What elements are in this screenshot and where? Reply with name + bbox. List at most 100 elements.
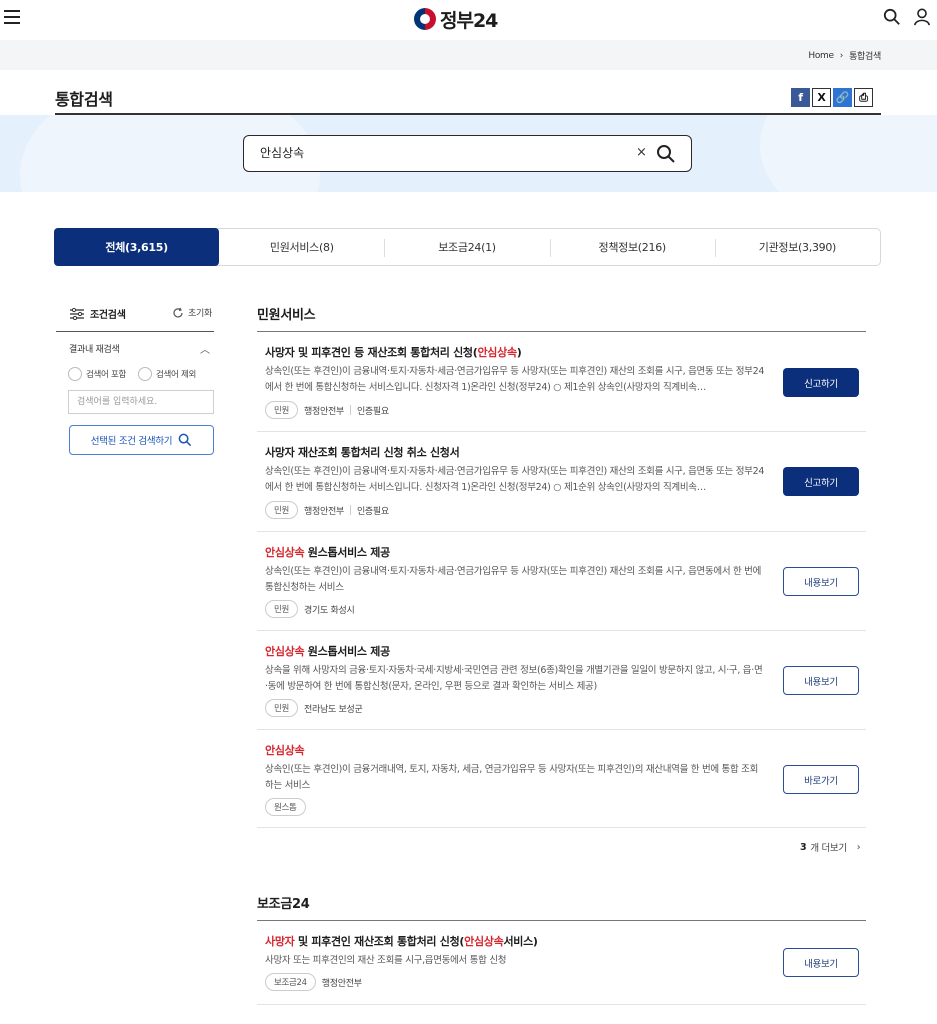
result-item: 안심상속 원스톱서비스 제공 상속을 위해 사망자의 금융·토지·자동차·국세·…	[257, 631, 866, 730]
result-item: 안심상속 상속인(또는 후견인)이 금융거래내역, 토지, 자동차, 세금, 연…	[257, 730, 866, 828]
result-meta: 민원 전라남도 보성군	[265, 699, 363, 717]
refresh-icon	[173, 307, 183, 317]
title-text: 및 피후견인 재산조회 통합처리 신청(	[294, 935, 465, 948]
radio-exclude[interactable]: 검색어 제외	[138, 367, 196, 381]
apply-filter-label: 선택된 조건 검색하기	[90, 436, 173, 447]
title-text: 사망자 재산조회 통합처리 신청 취소 신청서	[265, 446, 460, 459]
chevron-right-icon: ›	[856, 841, 861, 853]
link-icon[interactable]: 🔗	[833, 88, 852, 107]
facebook-icon[interactable]: f	[791, 88, 810, 107]
x-icon[interactable]: X	[812, 88, 831, 107]
refine-heading: 결과내 재검색	[69, 345, 120, 355]
page-title: 통합검색	[55, 90, 113, 109]
organization: 전라남도 보성군	[304, 704, 363, 715]
title-text-end: 원스톱서비스 제공	[304, 546, 390, 559]
reset-label: 초기화	[188, 309, 212, 319]
breadcrumb: Home › 통합검색	[808, 49, 881, 63]
result-description: 상속인(또는 후견인)이 금융내역·토지·자동차·세금·연금가입유무 등 사망자…	[265, 366, 765, 393]
result-description: 상속을 위해 사망자의 금융·토지·자동차·국세·지방세·국민연금 관련 정보(…	[265, 665, 763, 692]
result-tabs: 전체(3,615) 민원서비스(8) 보조금24(1) 정책정보(216) 기관…	[54, 228, 881, 266]
chevron-right-icon: ›	[839, 50, 844, 61]
organization: 행정안전부	[321, 978, 362, 989]
show-more-link[interactable]: 3 개 더보기 ›	[800, 840, 861, 855]
breadcrumb-current: 통합검색	[849, 52, 881, 62]
breadcrumb-band: Home › 통합검색	[0, 40, 937, 70]
organization: 행정안전부	[304, 406, 344, 417]
title-highlight: 안심상속	[477, 346, 517, 359]
category-badge: 민원	[265, 501, 299, 519]
result-title[interactable]: 안심상속	[265, 742, 305, 758]
category-badge: 민원	[265, 401, 299, 419]
search-icon[interactable]	[656, 144, 676, 164]
sidebar-divider	[56, 331, 214, 332]
radio-exclude-label: 검색어 제외	[156, 370, 197, 380]
result-item: 사망자 및 피후견인 재산조회 통합처리 신청(안심상속서비스) 사망자 또는 …	[257, 921, 866, 1005]
chevron-up-icon[interactable]: ︿	[200, 341, 210, 356]
print-icon[interactable]: ⎙	[854, 88, 873, 107]
category-badge: 민원	[265, 600, 299, 618]
site-logo[interactable]: 정부24	[414, 7, 498, 32]
more-label: 개 더보기	[810, 843, 847, 854]
share-buttons: f X 🔗 ⎙	[791, 88, 873, 107]
reset-button[interactable]: 초기화	[172, 306, 212, 319]
filter-heading: 조건검색	[70, 306, 126, 321]
title-highlight: 안심상속	[265, 546, 305, 559]
taegeuk-icon	[414, 8, 436, 30]
go-button[interactable]: 바로가기	[783, 765, 859, 794]
result-description: 상속인(또는 후견인)이 금융거래내역, 토지, 자동차, 세금, 연금가입유무…	[265, 764, 759, 791]
result-meta: 원스톱	[265, 798, 306, 816]
search-icon[interactable]	[883, 8, 901, 26]
result-title[interactable]: 사망자 및 피후견인 재산조회 통합처리 신청(안심상속서비스)	[265, 933, 538, 949]
title-highlight: 사망자	[265, 935, 295, 948]
title-text-end: 원스톱서비스 제공	[304, 645, 390, 658]
search-icon	[178, 433, 192, 447]
section-title-civil: 민원서비스	[257, 308, 316, 323]
search-box: ×	[243, 135, 692, 172]
result-title[interactable]: 안심상속 원스톱서비스 제공	[265, 544, 390, 560]
result-item: 사망자 재산조회 통합처리 신청 취소 신청서 상속인(또는 후견인)이 금융내…	[257, 432, 866, 532]
clear-icon[interactable]: ×	[636, 145, 647, 160]
result-meta: 민원 행정안전부 인증필요	[265, 401, 389, 419]
top-header: 정부24	[0, 0, 937, 40]
user-icon[interactable]	[913, 8, 931, 26]
title-highlight: 안심상속	[265, 744, 305, 757]
tab-civil[interactable]: 민원서비스(8)	[219, 229, 384, 265]
result-description: 사망자 또는 피후견인의 재산 조회를 시구,읍면동에서 통합 신청	[265, 955, 507, 966]
breadcrumb-home[interactable]: Home	[808, 51, 834, 61]
apply-filter-button[interactable]: 선택된 조건 검색하기	[69, 425, 214, 455]
result-item: 안심상속 원스톱서비스 제공 상속인(또는 후견인)이 금융내역·토지·자동차·…	[257, 532, 866, 631]
result-meta: 민원 행정안전부 인증필요	[265, 501, 389, 519]
result-description: 상속인(또는 후견인)이 금융내역·토지·자동차·세금·연금가입유무 등 사망자…	[265, 466, 765, 493]
result-title[interactable]: 안심상속 원스톱서비스 제공	[265, 643, 390, 659]
view-details-button[interactable]: 내용보기	[783, 948, 859, 977]
apply-button[interactable]: 신고하기	[783, 467, 859, 496]
filter-heading-label: 조건검색	[90, 310, 126, 321]
tab-agency[interactable]: 기관정보(3,390)	[714, 229, 880, 265]
view-details-button[interactable]: 내용보기	[783, 666, 859, 695]
refine-search-input[interactable]	[68, 390, 214, 414]
result-title[interactable]: 사망자 및 피후견인 등 재산조회 통합처리 신청(안심상속)	[265, 344, 522, 360]
result-meta: 보조금24 행정안전부	[265, 973, 362, 991]
title-highlight: 안심상속	[265, 645, 305, 658]
radio-include[interactable]: 검색어 포함	[68, 367, 126, 381]
tab-policy[interactable]: 정책정보(216)	[549, 229, 715, 265]
title-highlight: 안심상속	[464, 935, 504, 948]
title-text: 사망자 및 피후견인 등 재산조회 통합처리 신청(	[265, 346, 478, 359]
result-item: 사망자 및 피후견인 등 재산조회 통합처리 신청(안심상속) 상속인(또는 후…	[257, 332, 866, 432]
radio-include-label: 검색어 포함	[86, 370, 127, 380]
apply-button[interactable]: 신고하기	[783, 368, 859, 397]
result-title[interactable]: 사망자 재산조회 통합처리 신청 취소 신청서	[265, 444, 460, 460]
category-badge: 민원	[265, 699, 299, 717]
auth-required: 인증필요	[356, 506, 389, 517]
tab-subsidy[interactable]: 보조금24(1)	[384, 229, 549, 265]
auth-required: 인증필요	[356, 406, 389, 417]
result-description: 상속인(또는 후견인)이 금융내역·토지·자동차·세금·연금가입유무 등 사망자…	[265, 566, 762, 593]
title-text-end: 서비스)	[503, 935, 538, 948]
section-title-subsidy: 보조금24	[257, 897, 310, 912]
sliders-icon	[70, 307, 84, 320]
refine-options: 검색어 포함 검색어 제외	[68, 367, 196, 381]
view-details-button[interactable]: 내용보기	[783, 567, 859, 596]
menu-icon[interactable]	[4, 10, 20, 24]
tab-all[interactable]: 전체(3,615)	[54, 228, 220, 266]
search-input[interactable]	[260, 145, 620, 159]
